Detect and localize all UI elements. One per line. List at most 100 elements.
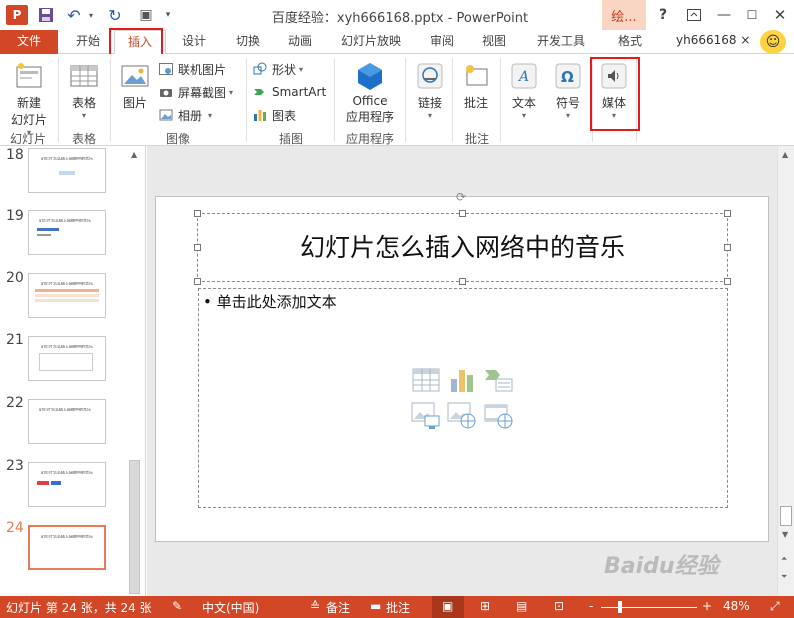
content-placeholder[interactable] — [198, 288, 728, 508]
smartart-button[interactable]: SmartArt — [252, 82, 326, 102]
chevron-down-icon: ▾ — [81, 111, 86, 120]
resize-handle[interactable] — [724, 244, 731, 251]
online-pictures-button[interactable]: 联机图片 — [158, 59, 226, 79]
insert-video-icon[interactable] — [484, 402, 514, 430]
scroll-down-icon[interactable]: ▼ — [782, 530, 788, 539]
save-icon[interactable] — [36, 5, 56, 25]
close-icon[interactable]: ✕ — [769, 4, 791, 26]
content-placeholder-text[interactable]: • 单击此处添加文本 — [203, 291, 337, 312]
comments-icon[interactable]: ▬ — [370, 599, 381, 613]
table-button[interactable]: 表格 ▾ — [64, 58, 104, 120]
rotate-handle-icon[interactable]: ⟳ — [456, 190, 466, 204]
picture-button[interactable]: 图片 — [116, 58, 154, 111]
scroll-up-icon[interactable]: ▲ — [782, 150, 788, 159]
start-slideshow-icon[interactable]: ▣ — [136, 5, 156, 25]
link-button[interactable]: 链接 ▾ — [410, 58, 450, 120]
language-status[interactable]: 中文(中国) — [202, 599, 259, 616]
resize-handle[interactable] — [459, 210, 466, 217]
chevron-down-icon: ▾ — [565, 111, 570, 120]
undo-icon[interactable]: ↶ — [64, 5, 84, 25]
group-divider — [500, 58, 501, 142]
insert-table-icon[interactable] — [411, 366, 441, 394]
zoom-in-button[interactable]: + — [702, 599, 712, 613]
zoom-out-button[interactable]: - — [589, 599, 593, 613]
insert-chart-icon[interactable] — [447, 366, 477, 394]
slide-title[interactable]: 幻灯片怎么插入网络中的音乐 — [197, 228, 728, 264]
avatar[interactable]: ☺ — [760, 30, 786, 54]
tab-developer[interactable]: 开发工具 — [528, 30, 594, 54]
tab-transitions[interactable]: 切换 — [222, 30, 274, 54]
resize-handle[interactable] — [724, 278, 731, 285]
slide-sorter-icon[interactable]: ⊞ — [480, 599, 490, 613]
chart-button[interactable]: 图表 — [252, 105, 296, 125]
drawing-tools-contextual-tab[interactable]: 绘... — [602, 0, 646, 30]
tab-animations[interactable]: 动画 — [274, 30, 326, 54]
next-slide-icon[interactable]: ⏷ — [781, 572, 787, 582]
tab-view[interactable]: 视图 — [468, 30, 520, 54]
comments-button[interactable]: 批注 — [386, 599, 410, 616]
tab-format[interactable]: 格式 — [604, 30, 656, 54]
main-scrollbar-thumb[interactable] — [780, 506, 792, 526]
media-button[interactable]: 媒体 ▾ — [594, 58, 634, 120]
picture-icon — [118, 58, 152, 94]
slide-thumbnail-18[interactable]: 幻灯片怎么插入网络中的音乐 — [28, 148, 106, 193]
maximize-icon[interactable]: ☐ — [741, 4, 763, 26]
tab-slideshow[interactable]: 幻灯片放映 — [332, 30, 410, 54]
new-slide-button[interactable]: 新建 幻灯片 ▾ — [6, 58, 52, 137]
office-apps-button[interactable]: Office 应用程序 — [338, 58, 402, 125]
symbol-button[interactable]: Ω 符号 ▾ — [548, 58, 588, 120]
zoom-level[interactable]: 48% — [723, 599, 750, 613]
resize-handle[interactable] — [194, 278, 201, 285]
office-store-icon — [353, 58, 387, 94]
tab-design[interactable]: 设计 — [168, 30, 220, 54]
group-divider — [110, 58, 111, 142]
resize-handle[interactable] — [459, 278, 466, 285]
notes-button[interactable]: 备注 — [326, 599, 350, 616]
insert-online-picture-icon[interactable] — [447, 402, 477, 430]
thumbnail-title: 幻灯片怎么插入网络中的音乐 — [41, 157, 93, 160]
tab-review[interactable]: 审阅 — [416, 30, 468, 54]
zoom-slider-thumb[interactable] — [618, 601, 622, 613]
resize-handle[interactable] — [724, 210, 731, 217]
help-button[interactable]: ? — [652, 4, 674, 26]
insert-smartart-icon[interactable] — [484, 366, 514, 394]
group-divider — [246, 58, 247, 142]
slideshow-view-icon[interactable]: ⊡ — [554, 599, 564, 613]
undo-dropdown-icon[interactable]: ▾ — [86, 5, 96, 25]
comment-button[interactable]: 批注 — [456, 58, 496, 111]
reading-view-icon[interactable]: ▤ — [516, 599, 527, 613]
notes-icon[interactable]: ≙ — [310, 599, 320, 613]
shapes-label: 形状 — [272, 62, 297, 77]
chevron-down-icon: ▾ — [427, 111, 432, 120]
tab-home[interactable]: 开始 — [62, 30, 114, 54]
slide-thumbnail-24[interactable]: 幻灯片怎么插入网络中的音乐 — [28, 525, 106, 570]
insert-picture-icon[interactable] — [411, 402, 441, 430]
previous-slide-icon[interactable]: ⏶ — [781, 554, 787, 564]
slide-thumbnail-20[interactable]: 幻灯片怎么插入网络中的音乐 — [28, 273, 106, 318]
photo-album-button[interactable]: 相册 ▾ — [158, 105, 212, 125]
thumbnail-scrollbar-thumb[interactable] — [129, 460, 140, 594]
main-scrollbar[interactable] — [777, 146, 794, 596]
normal-view-icon[interactable]: ▣ — [442, 599, 453, 613]
slide-thumbnail-19[interactable]: 幻灯片怎么插入网络中的音乐 — [28, 210, 106, 255]
tab-file[interactable]: 文件 — [0, 30, 58, 54]
slide-thumbnail-22[interactable]: 幻灯片怎么插入网络中的音乐 — [28, 399, 106, 444]
scroll-up-icon[interactable]: ▲ — [131, 150, 137, 159]
customize-qat-icon[interactable]: ▾ — [162, 5, 174, 25]
spell-check-icon[interactable]: ✎ — [172, 599, 182, 613]
user-account[interactable]: yh666168 × — [676, 33, 750, 47]
screenshot-button[interactable]: 屏幕截图 ▾ — [158, 82, 233, 102]
slide-thumbnail-23[interactable]: 幻灯片怎么插入网络中的音乐 — [28, 462, 106, 507]
redo-icon[interactable]: ↻ — [105, 5, 125, 25]
tab-insert[interactable]: 插入 — [114, 30, 166, 55]
minimize-icon[interactable]: — — [713, 4, 735, 26]
resize-handle[interactable] — [194, 244, 201, 251]
slide-thumbnail-21[interactable]: 幻灯片怎么插入网络中的音乐 — [28, 336, 106, 381]
resize-handle[interactable] — [194, 210, 201, 217]
zoom-slider[interactable] — [601, 607, 697, 608]
thumbnail-content — [51, 481, 61, 485]
text-button[interactable]: A 文本 ▾ — [504, 58, 544, 120]
shapes-button[interactable]: 形状 ▾ — [252, 59, 303, 79]
ribbon-display-options-icon[interactable] — [683, 4, 705, 26]
fit-slide-icon[interactable]: ⤢ — [770, 599, 780, 614]
